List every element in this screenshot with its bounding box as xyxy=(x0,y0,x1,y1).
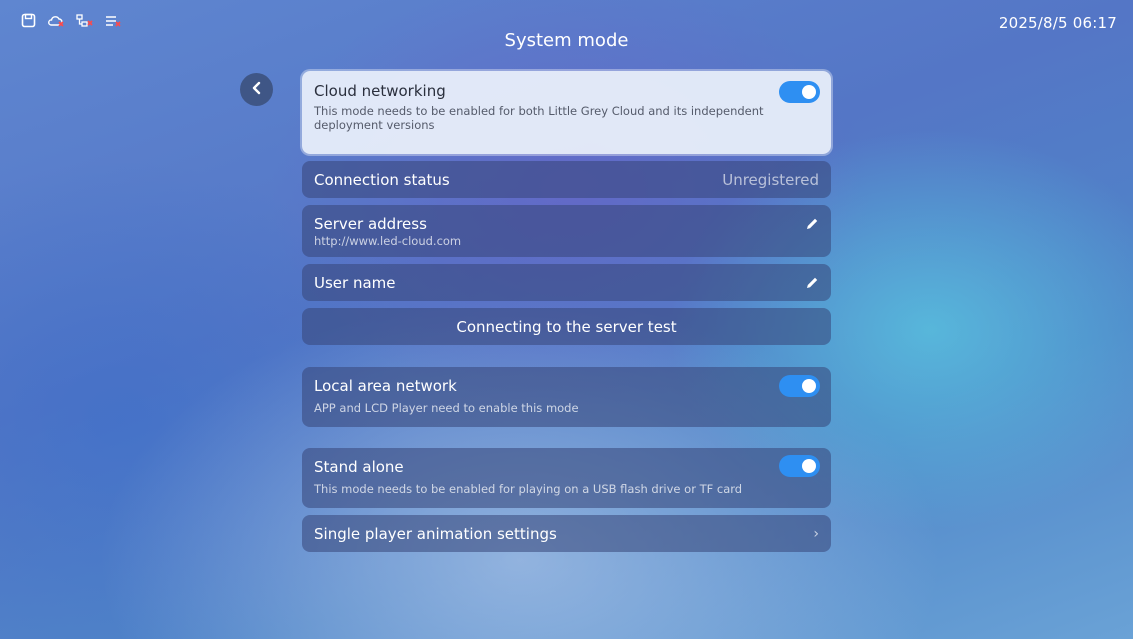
save-icon xyxy=(21,13,36,28)
chevron-left-icon xyxy=(251,80,263,99)
local-area-network-title: Local area network xyxy=(314,377,457,395)
cloud-networking-card[interactable]: Cloud networking This mode needs to be e… xyxy=(302,71,831,154)
animation-settings-row[interactable]: Single player animation settings › xyxy=(302,515,831,552)
cloud-networking-toggle[interactable] xyxy=(779,81,820,103)
connection-status-value: Unregistered xyxy=(722,170,819,189)
user-name-label: User name xyxy=(314,273,396,292)
animation-settings-label: Single player animation settings xyxy=(314,524,557,543)
status-icons xyxy=(21,13,123,28)
server-address-row[interactable]: Server address http://www.led-cloud.com xyxy=(302,205,831,257)
server-test-button[interactable]: Connecting to the server test xyxy=(302,308,831,345)
stand-alone-toggle[interactable] xyxy=(779,455,820,477)
local-area-network-card[interactable]: Local area network APP and LCD Player ne… xyxy=(302,367,831,427)
edit-pencil-icon[interactable] xyxy=(805,275,819,294)
connection-status-row: Connection status Unregistered xyxy=(302,161,831,198)
list-error-icon xyxy=(105,14,123,28)
stand-alone-description: This mode needs to be enabled for playin… xyxy=(314,482,743,496)
user-name-row[interactable]: User name xyxy=(302,264,831,301)
cloud-error-icon xyxy=(47,14,65,28)
cloud-networking-description: This mode needs to be enabled for both L… xyxy=(314,104,764,132)
toggle-knob xyxy=(802,459,816,473)
server-test-label: Connecting to the server test xyxy=(456,317,677,336)
page-title: System mode xyxy=(504,30,629,51)
toggle-knob xyxy=(802,379,816,393)
system-mode-screen: 2025/8/5 06:17 System mode Cloud network… xyxy=(0,0,1133,639)
network-error-icon xyxy=(76,13,94,28)
connection-status-label: Connection status xyxy=(314,170,450,189)
chevron-right-icon: › xyxy=(813,525,819,542)
toggle-knob xyxy=(802,85,816,99)
server-address-label: Server address xyxy=(314,215,427,233)
back-button[interactable] xyxy=(240,73,273,106)
edit-pencil-icon[interactable] xyxy=(805,216,819,235)
cloud-networking-title: Cloud networking xyxy=(314,82,446,100)
stand-alone-card[interactable]: Stand alone This mode needs to be enable… xyxy=(302,448,831,508)
local-area-network-toggle[interactable] xyxy=(779,375,820,397)
local-area-network-description: APP and LCD Player need to enable this m… xyxy=(314,401,579,415)
stand-alone-title: Stand alone xyxy=(314,458,404,476)
server-address-value: http://www.led-cloud.com xyxy=(314,234,462,248)
